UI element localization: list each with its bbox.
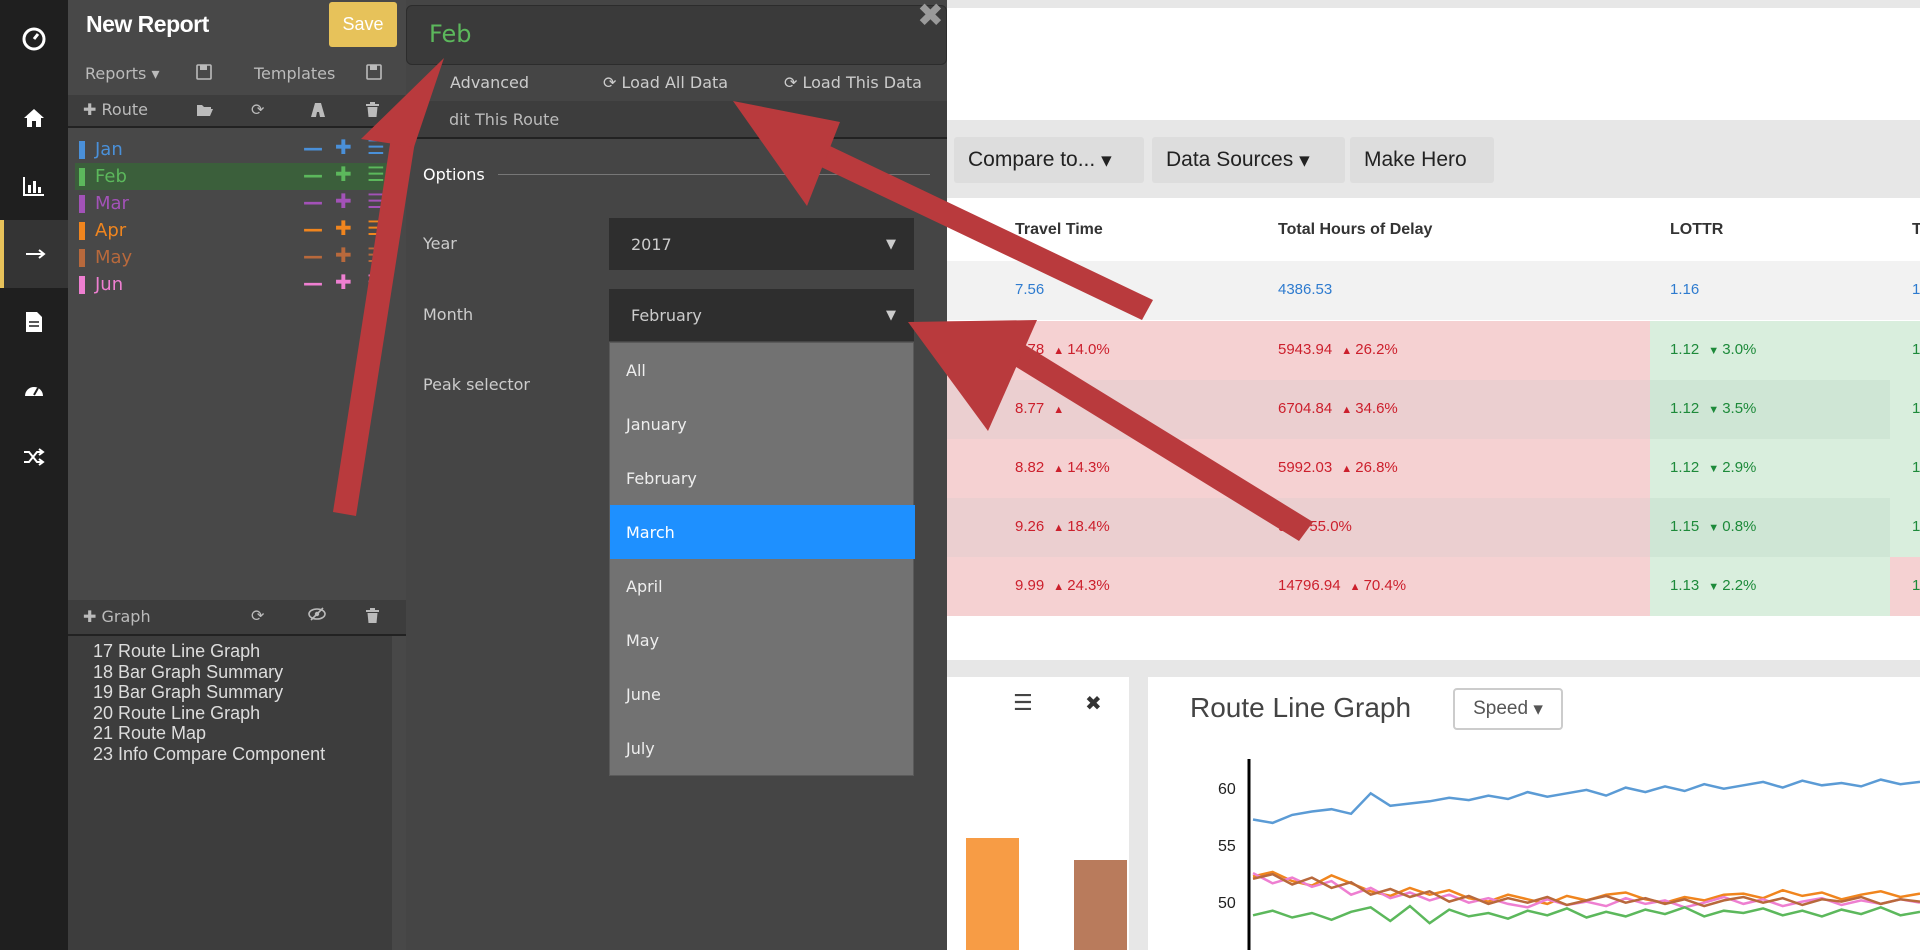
annotation-arrows	[333, 58, 1313, 541]
arrow-to-month-select	[908, 320, 1313, 541]
arrow-to-load-all-data	[733, 101, 1153, 320]
arrow-to-route-name	[333, 58, 444, 516]
